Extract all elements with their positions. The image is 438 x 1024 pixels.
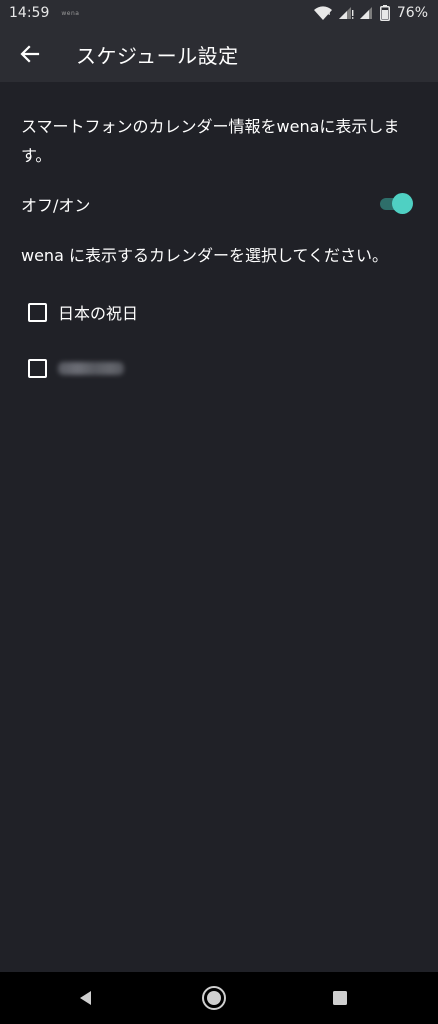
checkbox[interactable]: [28, 358, 47, 378]
on-off-toggle[interactable]: [380, 193, 414, 215]
calendar-item-holidays[interactable]: 日本の祝日: [20, 292, 320, 332]
nav-back-button[interactable]: [56, 972, 116, 1024]
recents-square-icon: [333, 991, 347, 1005]
calendar-label: 日本の祝日: [58, 304, 139, 323]
back-button[interactable]: [2, 26, 58, 82]
navigation-bar: [0, 972, 438, 1024]
status-icons: 76%: [313, 5, 428, 21]
nav-home-button[interactable]: [184, 972, 244, 1024]
status-time: 14:59: [9, 5, 50, 21]
screen: 14:59 wena 76% スケジュール設定 スマートフォンのカレンダー情報を…: [0, 0, 438, 1024]
battery-icon: [379, 5, 390, 21]
description-text: スマートフォンのカレンダー情報をwenaに表示します。: [21, 117, 400, 165]
page-title: スケジュール設定: [76, 43, 239, 68]
toggle-thumb: [392, 193, 413, 214]
notification-text: wena: [61, 9, 80, 17]
checkbox[interactable]: [28, 302, 47, 322]
status-bar: 14:59 wena 76%: [0, 0, 438, 26]
nav-recents-button[interactable]: [310, 972, 370, 1024]
calendar-item-private[interactable]: [20, 348, 320, 388]
battery-percent: 76%: [396, 5, 428, 21]
wifi-icon: [313, 5, 333, 21]
signal-icon: [338, 6, 354, 20]
on-off-row: オフ/オン: [0, 188, 438, 220]
home-circle-icon: [202, 986, 226, 1010]
app-bar: スケジュール設定: [0, 26, 438, 82]
back-triangle-icon: [80, 991, 91, 1005]
arrow-left-icon: [20, 45, 40, 63]
blurred-calendar-label: [58, 361, 124, 375]
signal-icon: [359, 6, 375, 20]
toggle-label: オフ/オン: [21, 196, 91, 215]
calendar-select-prompt: wena に表示するカレンダーを選択してください。: [21, 246, 389, 265]
